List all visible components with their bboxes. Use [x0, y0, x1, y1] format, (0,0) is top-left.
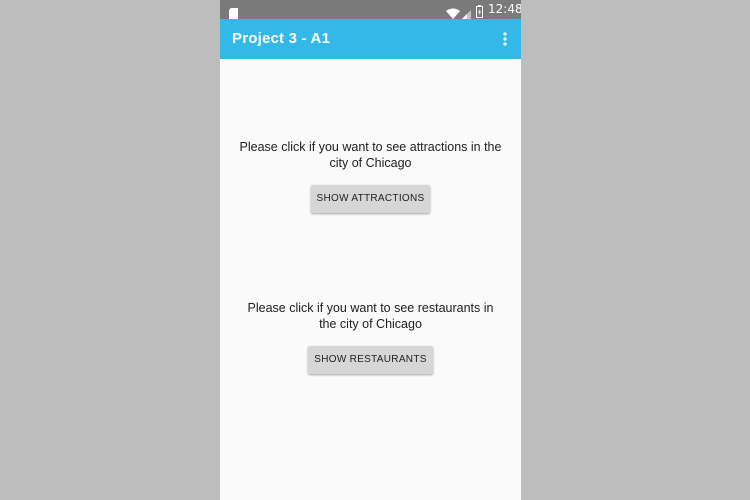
status-time: 12:48 [488, 2, 521, 16]
screen-backdrop: 12:48 Project 3 - A1 Please click if you… [0, 0, 750, 500]
wifi-icon [446, 4, 460, 19]
restaurants-section: Please click if you want to see restaura… [220, 300, 521, 374]
app-title: Project 3 - A1 [232, 30, 331, 47]
attractions-prompt: Please click if you want to see attracti… [239, 140, 502, 170]
attractions-section: Please click if you want to see attracti… [220, 139, 521, 213]
status-bar: 12:48 [220, 0, 521, 20]
battery-icon [476, 3, 483, 18]
app-bar: Project 3 - A1 [220, 19, 521, 59]
sd-card-icon [229, 4, 238, 19]
signal-icon [461, 5, 471, 20]
show-restaurants-button[interactable]: SHOW RESTAURANTS [308, 346, 433, 374]
main-content: Please click if you want to see attracti… [220, 59, 521, 500]
phone-screen: 12:48 Project 3 - A1 Please click if you… [220, 0, 521, 500]
overflow-menu-icon[interactable] [499, 30, 511, 48]
show-attractions-button[interactable]: SHOW ATTRACTIONS [310, 185, 431, 213]
restaurants-prompt: Please click if you want to see restaura… [247, 301, 494, 331]
